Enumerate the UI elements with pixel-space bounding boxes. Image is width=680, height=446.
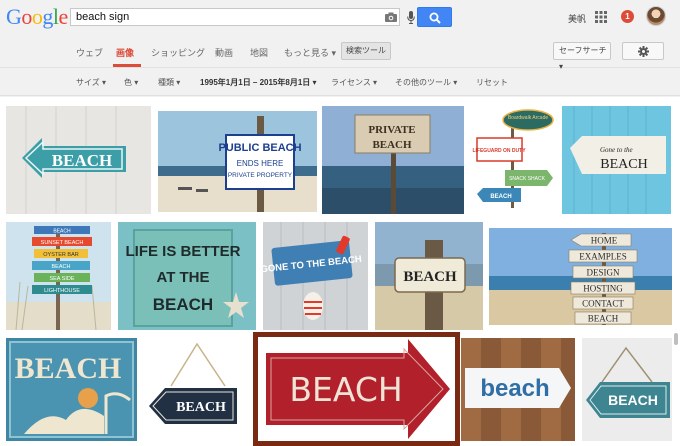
sign-text: BEACH — [176, 400, 226, 415]
top-bar: Google beach sign 美帆 1 — [0, 0, 680, 36]
image-result[interactable]: GONE TO THE BEACH — [263, 222, 368, 330]
search-type-tabs: ウェブ 画像 ショッピング 動画 地図 もっと見る ▾ 検索ツール セーフサーチ… — [0, 36, 680, 71]
sign-text: AT THE — [156, 269, 209, 286]
image-result[interactable]: BEACH — [6, 106, 151, 214]
sign-text: BEACH — [53, 229, 71, 235]
image-result[interactable]: BEACH — [145, 338, 248, 441]
tab-images[interactable]: 画像 — [116, 46, 134, 59]
search-tools-bar: サイズ ▾ 色 ▾ 種類 ▾ 1995年1月1日 – 2015年8月1日 ▾ ラ… — [0, 69, 680, 96]
scrollbar[interactable] — [674, 333, 678, 345]
tab-more[interactable]: もっと見る ▾ — [284, 46, 336, 59]
sign-text: EXAMPLES — [579, 252, 627, 262]
google-logo[interactable]: Google — [6, 5, 68, 29]
image-result[interactable]: Boardwalk Arcade LIFEGUARD ON DUTY SNACK… — [471, 108, 556, 213]
image-result[interactable]: PRIVATE BEACH — [322, 106, 464, 214]
sign-text: BEACH — [52, 151, 112, 170]
image-result[interactable]: LIFE IS BETTER AT THE BEACH — [118, 222, 256, 330]
sign-text: CONTACT — [582, 299, 624, 309]
avatar[interactable] — [646, 6, 666, 26]
image-result[interactable]: BEACH — [582, 338, 672, 441]
safe-search-button[interactable]: セーフサーチ ▾ — [553, 42, 611, 71]
sign-text: BEACH — [372, 139, 412, 151]
sign-text: BEACH — [153, 295, 213, 314]
settings-button[interactable] — [622, 42, 664, 60]
notification-badge[interactable]: 1 — [621, 10, 634, 23]
sign-text: PRIVATE — [368, 124, 415, 136]
sign-text: beach — [480, 375, 549, 402]
sign-text: BEACH — [403, 269, 457, 285]
sign-text: BEACH — [608, 392, 658, 408]
sign-text: PUBLIC BEACH — [218, 142, 301, 154]
microphone-icon[interactable] — [407, 11, 415, 24]
tool-reset[interactable]: リセット — [476, 77, 508, 88]
sign-text: BEACH — [52, 264, 71, 270]
sign-text: HOME — [591, 236, 618, 246]
search-query: beach sign — [76, 11, 130, 23]
search-button[interactable] — [417, 7, 452, 27]
tab-videos[interactable]: 動画 — [215, 46, 233, 59]
tab-web[interactable]: ウェブ — [76, 46, 103, 59]
logo-letter: o — [21, 4, 32, 29]
sign-text: BEACH — [15, 352, 122, 385]
tool-color[interactable]: 色 ▾ — [124, 77, 138, 88]
tab-maps[interactable]: 地図 — [250, 46, 268, 59]
image-result-selected[interactable]: BEACH — [258, 337, 455, 441]
logo-letter: G — [6, 4, 22, 29]
sign-text: LIGHTHOUSE — [44, 288, 80, 294]
sign-text: BEACH — [600, 157, 647, 172]
tool-license[interactable]: ライセンス ▾ — [331, 77, 377, 88]
sign-text: BEACH — [289, 370, 402, 409]
sign-text: HOSTING — [583, 284, 623, 294]
search-icon — [429, 12, 441, 24]
sign-text: OYSTER BAR — [43, 252, 78, 258]
image-result[interactable]: Gone to the BEACH — [562, 106, 671, 214]
sign-text: BEACH — [490, 194, 511, 200]
image-result[interactable]: BEACH — [6, 338, 137, 441]
image-result[interactable]: HOME EXAMPLES DESIGN HOSTING CONTACT BEA… — [489, 228, 672, 325]
camera-icon[interactable] — [385, 12, 397, 22]
sign-text: Boardwalk Arcade — [508, 115, 549, 121]
sign-text: BEACH — [588, 314, 619, 324]
image-result[interactable]: BEACH SUNSET BEACH OYSTER BAR BEACH SEA … — [6, 222, 111, 330]
sign-text: PRIVATE PROPERTY — [228, 172, 293, 179]
image-result[interactable]: PUBLIC BEACH ENDS HERE PRIVATE PROPERTY — [158, 111, 317, 212]
tool-date-range[interactable]: 1995年1月1日 – 2015年8月1日 ▾ — [200, 77, 317, 88]
image-result[interactable]: BEACH — [375, 222, 483, 330]
tool-other[interactable]: その他のツール ▾ — [395, 77, 457, 88]
gear-icon — [638, 46, 649, 57]
tool-size[interactable]: サイズ ▾ — [76, 77, 106, 88]
tool-type[interactable]: 種類 ▾ — [158, 77, 180, 88]
search-input[interactable]: beach sign — [70, 8, 415, 26]
tab-shopping[interactable]: ショッピング — [151, 46, 205, 59]
logo-letter: e — [58, 4, 69, 29]
user-name[interactable]: 美帆 — [568, 12, 586, 25]
sign-text: Gone to the — [600, 146, 633, 154]
logo-letter: g — [42, 4, 53, 29]
sign-text: DESIGN — [587, 268, 620, 278]
search-tools-button[interactable]: 検索ツール — [341, 42, 391, 60]
sign-text: LIFE IS BETTER — [125, 243, 240, 260]
image-result[interactable]: beach — [461, 338, 575, 441]
active-tab-indicator — [113, 64, 141, 67]
sign-text: ENDS HERE — [237, 159, 284, 168]
sign-text: SNACK SHACK — [509, 176, 546, 182]
logo-letter: o — [31, 4, 43, 29]
apps-grid-icon[interactable] — [595, 11, 607, 23]
sign-text: SUNSET BEACH — [41, 240, 84, 246]
sign-text: LIFEGUARD ON DUTY — [472, 148, 526, 154]
sign-text: SEA SIDE — [49, 276, 74, 282]
